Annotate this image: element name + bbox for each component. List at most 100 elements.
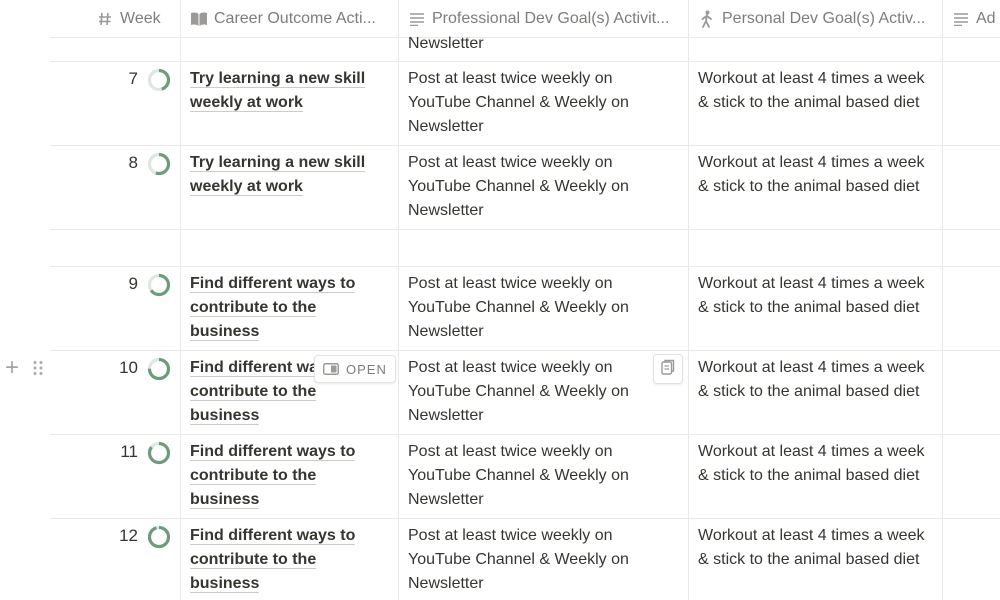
copy-button[interactable]	[653, 354, 683, 384]
professional-cell[interactable]: Post at least twice weekly on YouTube Ch…	[408, 67, 629, 139]
career-outcome-cell[interactable]: Find different ways to contribute to the…	[190, 272, 390, 344]
personal-line: Workout at least 4 times a week	[698, 359, 925, 376]
text-lines-icon	[408, 10, 426, 28]
personal-cell[interactable]: Workout at least 4 times a week & stick …	[698, 151, 924, 199]
career-outcome-cell[interactable]: Find different ways to contribute to the…	[190, 440, 390, 512]
career-line: weekly at work	[190, 178, 303, 196]
career-line: business	[190, 407, 260, 425]
career-line: business	[190, 575, 260, 593]
copy-icon	[661, 359, 675, 380]
week-number[interactable]: 12	[98, 526, 138, 546]
week-number[interactable]: 7	[98, 69, 138, 89]
drag-handle-icon[interactable]	[32, 360, 44, 381]
professional-line: Post at least twice weekly on	[408, 359, 613, 376]
professional-line: YouTube Channel & Weekly on	[408, 178, 629, 195]
personal-line: Workout at least 4 times a week	[698, 527, 925, 544]
plus-icon[interactable]: +	[5, 356, 19, 380]
progress-ring	[147, 357, 171, 381]
personal-cell[interactable]: Workout at least 4 times a week & stick …	[698, 524, 924, 572]
professional-line: Post at least twice weekly on	[408, 70, 613, 87]
career-outcome-cell[interactable]: Find different ways to contribute to the…	[190, 524, 390, 596]
personal-line: & stick to the animal based diet	[698, 383, 920, 400]
professional-line: YouTube Channel & Weekly on	[408, 94, 629, 111]
text-lines-icon	[952, 10, 970, 28]
column-divider	[688, 0, 689, 600]
progress-ring	[147, 152, 171, 176]
progress-ring	[147, 441, 171, 465]
row-divider	[50, 229, 1000, 230]
week-number[interactable]: 8	[98, 153, 138, 173]
week-number[interactable]: 11	[98, 442, 138, 462]
column-header-week[interactable]: Week	[96, 0, 178, 38]
hash-icon	[96, 10, 114, 28]
career-line: contribute to the	[190, 551, 317, 569]
row-divider	[50, 266, 1000, 267]
career-line: Find different ways to	[190, 275, 356, 293]
column-divider	[180, 0, 181, 600]
career-line: contribute to the	[190, 467, 317, 485]
open-panel-icon	[323, 363, 339, 375]
progress-ring	[147, 68, 171, 92]
career-outcome-cell[interactable]: Try learning a new skill weekly at work	[190, 151, 390, 199]
professional-cell[interactable]: Post at least twice weekly on YouTube Ch…	[408, 440, 629, 512]
open-button[interactable]: OPEN	[314, 355, 396, 383]
column-divider	[398, 0, 399, 600]
row-divider	[50, 518, 1000, 519]
personal-line: & stick to the animal based diet	[698, 551, 920, 568]
professional-line: YouTube Channel & Weekly on	[408, 467, 629, 484]
career-line: business	[190, 323, 260, 341]
professional-line: Post at least twice weekly on	[408, 443, 613, 460]
professional-line: Post at least twice weekly on	[408, 527, 613, 544]
column-header-label: Ad	[976, 10, 996, 27]
personal-line: & stick to the animal based diet	[698, 299, 920, 316]
column-header-personal[interactable]: Personal Dev Goal(s) Activ...	[698, 0, 940, 38]
personal-line: Workout at least 4 times a week	[698, 154, 925, 171]
personal-line: & stick to the animal based diet	[698, 178, 920, 195]
professional-cell[interactable]: Post at least twice weekly on YouTube Ch…	[408, 151, 629, 223]
professional-line: Newsletter	[408, 575, 484, 592]
row-divider	[50, 145, 1000, 146]
book-icon	[190, 10, 208, 28]
professional-cell-partial[interactable]: Newsletter	[408, 32, 484, 56]
professional-line: YouTube Channel & Weekly on	[408, 299, 629, 316]
person-walk-icon	[698, 10, 716, 28]
progress-ring	[147, 525, 171, 549]
career-line: Try learning a new skill	[190, 70, 366, 88]
professional-line: Newsletter	[408, 202, 484, 219]
personal-line: Workout at least 4 times a week	[698, 275, 925, 292]
career-line: Find different wa	[190, 359, 318, 377]
personal-cell[interactable]: Workout at least 4 times a week & stick …	[698, 272, 924, 320]
professional-cell[interactable]: Post at least twice weekly on YouTube Ch…	[408, 524, 629, 596]
week-number[interactable]: 10	[98, 358, 138, 378]
week-number[interactable]: 9	[98, 274, 138, 294]
professional-line: Post at least twice weekly on	[408, 154, 613, 171]
professional-cell[interactable]: Post at least twice weekly on YouTube Ch…	[408, 272, 629, 344]
personal-cell[interactable]: Workout at least 4 times a week & stick …	[698, 356, 924, 404]
career-line: business	[190, 491, 260, 509]
personal-line: Workout at least 4 times a week	[698, 70, 925, 87]
personal-cell[interactable]: Workout at least 4 times a week & stick …	[698, 67, 924, 115]
professional-line: Newsletter	[408, 407, 484, 424]
column-header-career[interactable]: Career Outcome Acti...	[190, 0, 396, 38]
professional-line: Newsletter	[408, 491, 484, 508]
career-line: Try learning a new skill	[190, 154, 366, 172]
career-line: contribute to the	[190, 383, 317, 401]
career-line: Find different ways to	[190, 443, 356, 461]
column-header-label: Professional Dev Goal(s) Activit...	[432, 10, 670, 27]
career-line: weekly at work	[190, 94, 303, 112]
row-divider	[50, 350, 1000, 351]
column-divider	[942, 0, 943, 600]
career-outcome-cell[interactable]: Try learning a new skill weekly at work	[190, 67, 390, 115]
career-line: contribute to the	[190, 299, 317, 317]
professional-line: YouTube Channel & Weekly on	[408, 383, 629, 400]
personal-cell[interactable]: Workout at least 4 times a week & stick …	[698, 440, 924, 488]
personal-line: & stick to the animal based diet	[698, 94, 920, 111]
progress-ring	[147, 273, 171, 297]
personal-line: & stick to the animal based diet	[698, 467, 920, 484]
professional-line: YouTube Channel & Weekly on	[408, 551, 629, 568]
column-header-label: Week	[120, 10, 161, 27]
professional-cell[interactable]: Post at least twice weekly on YouTube Ch…	[408, 356, 629, 428]
row-divider	[50, 61, 1000, 62]
column-header-next[interactable]: Ad	[952, 0, 1000, 38]
column-header-label: Career Outcome Acti...	[214, 10, 376, 27]
